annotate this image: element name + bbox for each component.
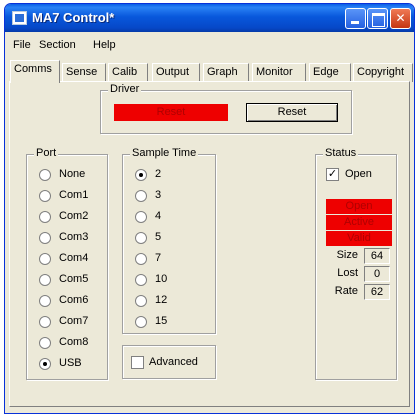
rate-label: Rate xyxy=(334,285,358,297)
status-indicator-open: Open xyxy=(326,199,392,214)
radio-icon[interactable] xyxy=(39,274,51,286)
tab-edge[interactable]: Edge xyxy=(309,63,351,82)
tab-monitor[interactable]: Monitor xyxy=(252,63,306,82)
driver-group-title: Driver xyxy=(108,83,142,95)
tab-comms[interactable]: Comms xyxy=(10,60,60,83)
status-group-title: Status xyxy=(323,147,359,159)
advanced-group: Advanced xyxy=(122,345,216,379)
radio-icon[interactable] xyxy=(39,169,51,181)
window-title: MA7 Control* xyxy=(32,10,115,25)
tab-copyright[interactable]: Copyright xyxy=(353,63,413,82)
radio-icon[interactable] xyxy=(39,211,51,223)
radio-icon[interactable] xyxy=(135,169,147,181)
tab-strip: Comms Sense Calib Output Graph Monitor E… xyxy=(10,60,413,83)
driver-group: Driver Reset Reset xyxy=(100,83,352,134)
status-indicator-active: Active xyxy=(326,215,392,230)
menu-help[interactable]: Help xyxy=(93,39,116,51)
app-window: MA7 Control* ✕ File Section Help Comms S… xyxy=(4,3,415,414)
menu-section[interactable]: Section xyxy=(39,39,76,51)
radio-icon[interactable] xyxy=(135,274,147,286)
sample-time-group-title: Sample Time xyxy=(130,147,199,159)
radio-icon[interactable] xyxy=(39,190,51,202)
menu-file[interactable]: File xyxy=(13,39,31,51)
radio-icon[interactable] xyxy=(39,253,51,265)
advanced-label: Advanced xyxy=(149,356,198,368)
radio-icon[interactable] xyxy=(135,253,147,265)
radio-icon[interactable] xyxy=(135,295,147,307)
radio-icon[interactable] xyxy=(39,316,51,328)
radio-icon[interactable] xyxy=(135,190,147,202)
port-group: Port None Com1 Com2 Com3 Com4 Com5 Com6 … xyxy=(26,147,108,380)
size-value: 64 xyxy=(364,248,390,264)
tab-graph[interactable]: Graph xyxy=(203,63,249,82)
tab-sense[interactable]: Sense xyxy=(62,63,106,82)
sample-time-group: Sample Time 2 3 4 5 7 10 12 15 xyxy=(122,147,216,334)
radio-icon[interactable] xyxy=(39,337,51,349)
radio-icon[interactable] xyxy=(135,211,147,223)
title-bar[interactable]: MA7 Control* ✕ xyxy=(5,4,414,32)
app-icon xyxy=(12,11,27,25)
radio-icon[interactable] xyxy=(39,232,51,244)
open-checkbox-label: Open xyxy=(345,168,372,180)
reset-button[interactable]: Reset xyxy=(246,103,338,122)
advanced-checkbox[interactable] xyxy=(131,356,144,369)
tab-output[interactable]: Output xyxy=(152,63,200,82)
rate-value: 62 xyxy=(364,284,390,300)
minimize-icon[interactable] xyxy=(345,8,366,29)
lost-label: Lost xyxy=(337,267,358,279)
radio-icon[interactable] xyxy=(135,316,147,328)
open-checkbox[interactable]: ✓ xyxy=(326,168,339,181)
tab-calib[interactable]: Calib xyxy=(108,63,148,82)
status-group: Status ✓ Open Open Active Valid Size 64 … xyxy=(315,147,397,380)
comms-panel: Driver Reset Reset Port None Com1 Com2 C… xyxy=(9,81,410,407)
menu-bar: File Section Help xyxy=(5,37,414,55)
close-icon[interactable]: ✕ xyxy=(390,8,411,29)
status-indicator-valid: Valid xyxy=(326,231,392,246)
radio-icon[interactable] xyxy=(135,232,147,244)
lost-value: 0 xyxy=(364,266,390,282)
size-label: Size xyxy=(336,249,358,261)
maximize-icon[interactable] xyxy=(367,8,388,29)
driver-status-indicator: Reset xyxy=(114,104,228,121)
port-group-title: Port xyxy=(34,147,59,159)
radio-icon[interactable] xyxy=(39,358,51,370)
radio-icon[interactable] xyxy=(39,295,51,307)
